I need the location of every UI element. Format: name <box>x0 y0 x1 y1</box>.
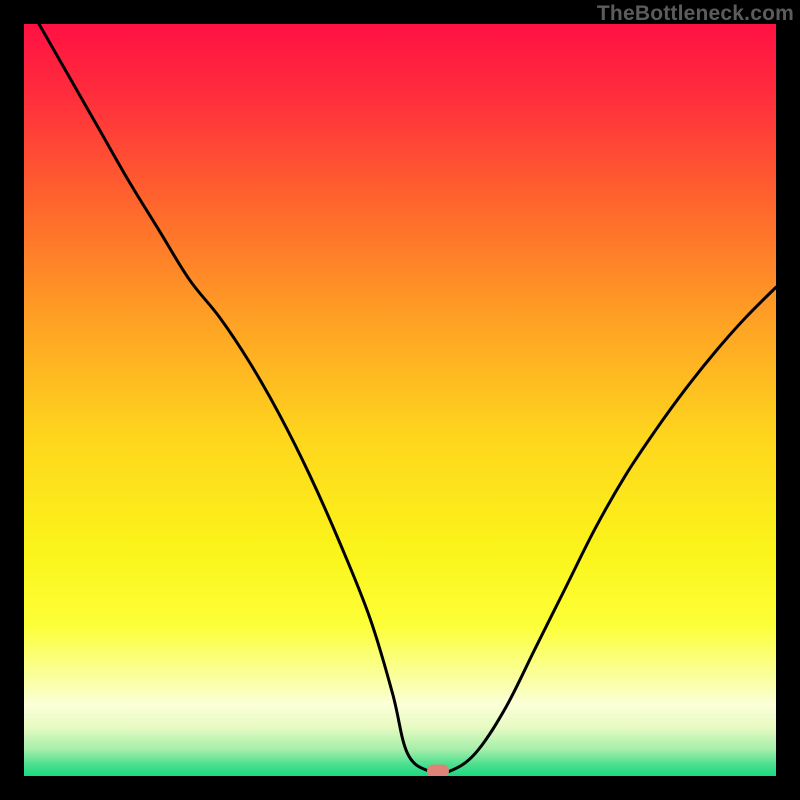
bottleneck-curve <box>24 24 776 776</box>
plot-area <box>24 24 776 776</box>
optimal-point-marker <box>427 765 449 776</box>
chart-frame: TheBottleneck.com <box>0 0 800 800</box>
watermark-text: TheBottleneck.com <box>597 2 794 26</box>
